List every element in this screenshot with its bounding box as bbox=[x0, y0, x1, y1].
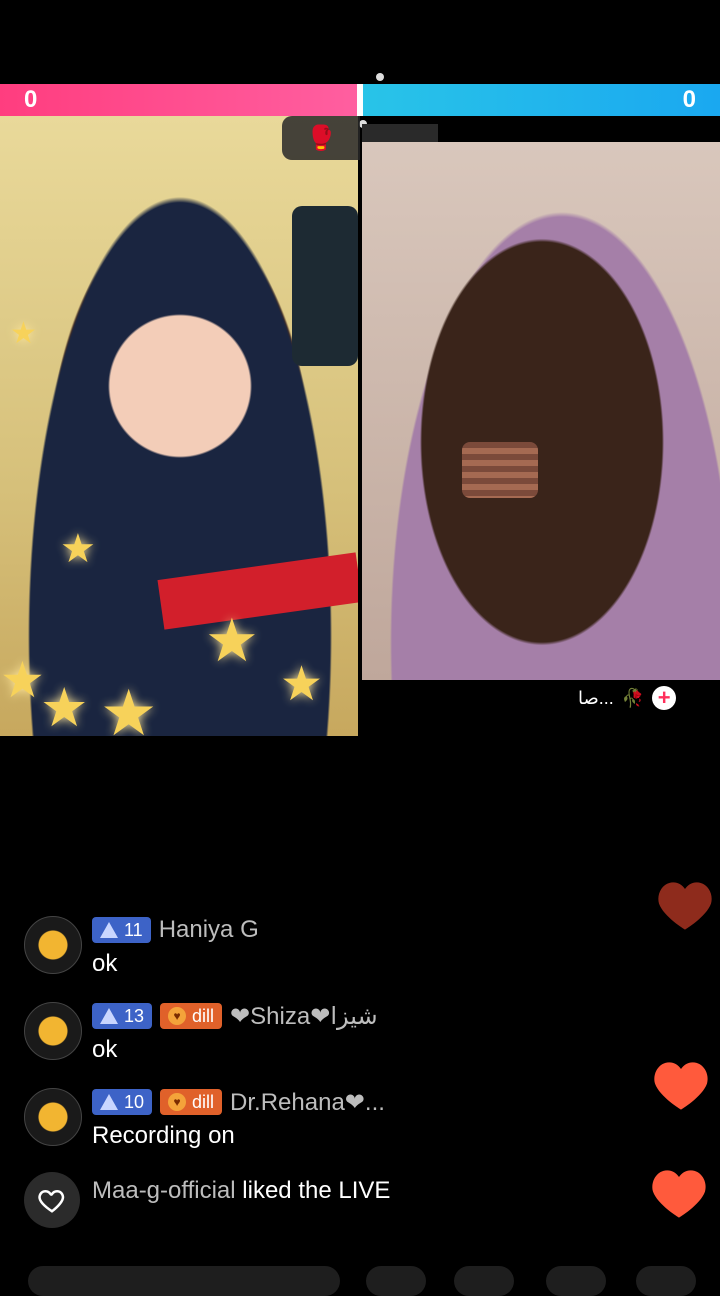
star-effect: ★ bbox=[100, 677, 158, 736]
versus-badge: 🥊 bbox=[282, 116, 360, 160]
phone-image bbox=[292, 206, 358, 366]
chat-text: ok bbox=[92, 1036, 118, 1063]
rose-icon: 🥀 bbox=[621, 687, 645, 708]
level-triangle-icon bbox=[100, 1094, 118, 1110]
host-name: صا... bbox=[578, 687, 614, 708]
level-badge: 13 bbox=[92, 1003, 153, 1029]
versus-icon: 🥊 bbox=[306, 124, 336, 152]
bracelet-image bbox=[462, 442, 538, 498]
chat-text: ok bbox=[92, 950, 118, 977]
fan-club-badge: ♥ dill bbox=[160, 1003, 223, 1029]
right-host-tag[interactable]: صا... 🥀 + bbox=[578, 684, 677, 712]
chat-username[interactable]: Haniya G bbox=[159, 916, 259, 944]
fan-heart-icon: ♥ bbox=[168, 1093, 187, 1111]
right-score-fill bbox=[360, 84, 720, 116]
level-triangle-icon bbox=[100, 1008, 118, 1024]
bottom-action-button[interactable] bbox=[636, 1266, 696, 1296]
level-badge: 10 bbox=[92, 1089, 153, 1115]
avatar[interactable] bbox=[24, 1088, 82, 1146]
floating-heart-icon bbox=[652, 1170, 706, 1218]
indicator-dot bbox=[376, 73, 384, 81]
score-divider bbox=[357, 84, 363, 116]
chat-username[interactable]: ❤Shiza❤شیزا bbox=[230, 1002, 378, 1031]
heart-outline-icon bbox=[24, 1172, 80, 1228]
avatar[interactable] bbox=[24, 916, 82, 974]
floating-heart-icon bbox=[658, 882, 712, 930]
star-effect: ★ bbox=[280, 658, 324, 711]
right-host-video[interactable] bbox=[362, 142, 720, 680]
like-action: liked the LIVE bbox=[235, 1177, 391, 1204]
floating-heart-icon bbox=[654, 1062, 708, 1110]
star-effect: ★ bbox=[60, 527, 96, 571]
bottom-action-button[interactable] bbox=[546, 1266, 606, 1296]
like-text: Maa-g-official liked the LIVE bbox=[92, 1174, 472, 1208]
star-effect: ★ bbox=[10, 317, 37, 350]
left-score-fill bbox=[0, 84, 360, 116]
star-effect: ★ bbox=[0, 652, 45, 708]
chat-username[interactable]: Dr.Rehana❤... bbox=[230, 1088, 385, 1117]
star-effect: ★ bbox=[40, 678, 89, 736]
bottom-action-button[interactable] bbox=[366, 1266, 426, 1296]
avatar[interactable] bbox=[24, 1002, 82, 1060]
left-score: 0 bbox=[24, 86, 38, 113]
right-score: 0 bbox=[682, 86, 696, 113]
chat-text: Recording on bbox=[92, 1122, 235, 1149]
left-host-video[interactable]: ★ ★ ★ ★ ★ ★ ★ bbox=[0, 116, 358, 736]
level-badge: 11 bbox=[92, 917, 151, 943]
battle-score-bar: 0 0 bbox=[0, 84, 720, 116]
comment-input[interactable] bbox=[28, 1266, 340, 1296]
like-username[interactable]: Maa-g-official bbox=[92, 1177, 236, 1204]
follow-plus-button[interactable]: + bbox=[652, 686, 677, 710]
level-triangle-icon bbox=[100, 922, 118, 938]
fan-heart-icon: ♥ bbox=[168, 1007, 187, 1025]
bottom-action-button[interactable] bbox=[454, 1266, 514, 1296]
star-effect: ★ bbox=[205, 607, 259, 674]
fan-club-badge: ♥ dill bbox=[160, 1089, 223, 1115]
